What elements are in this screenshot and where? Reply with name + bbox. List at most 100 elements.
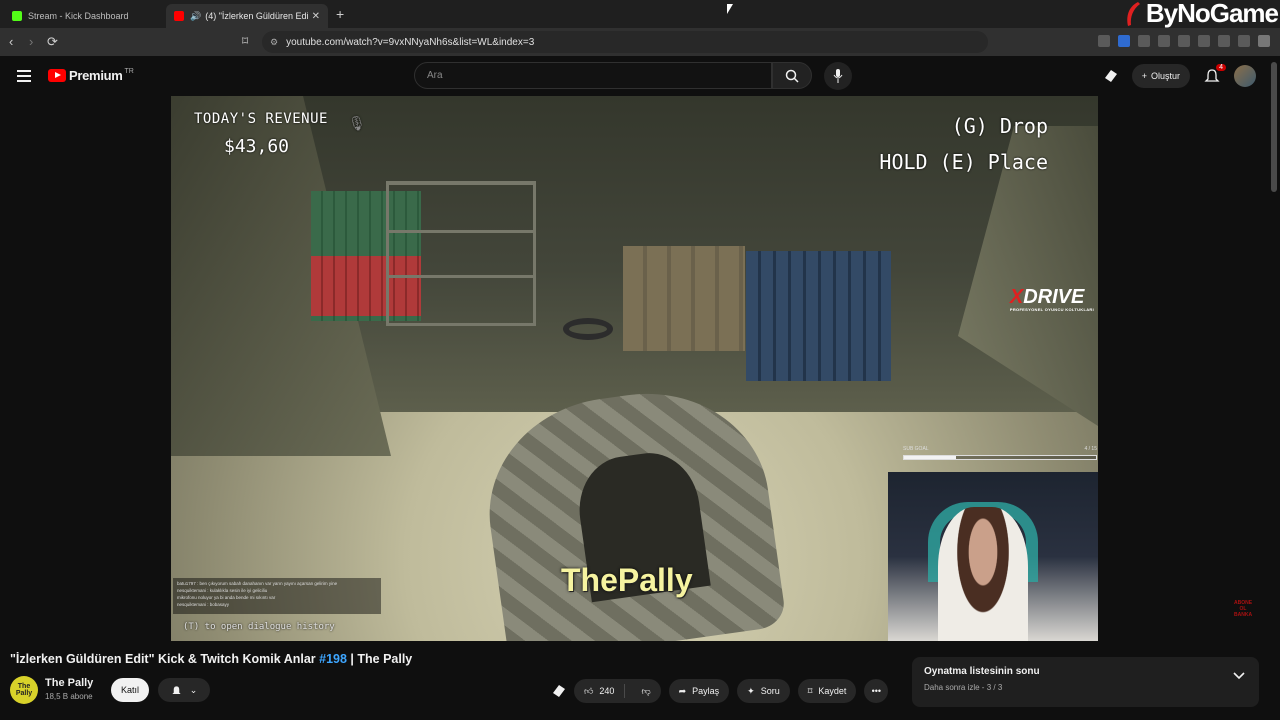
playlist-title: Oynatma listesinin sonu (924, 666, 1040, 677)
header-actions: + Oluştur 4 (1104, 64, 1256, 88)
browser-tab-youtube[interactable]: 🔊 (4) "İzlerken Güldüren Edit" K ✕ (166, 4, 328, 28)
new-tab-icon[interactable]: + (336, 6, 344, 22)
search-placeholder: Ara (427, 70, 443, 81)
thumbs-down-icon[interactable]: 👎︎ (635, 686, 656, 697)
bookmark-icon: ⌑ (807, 685, 813, 696)
tab-title: (4) "İzlerken Güldüren Edit" K (205, 11, 307, 21)
playlist-subtitle: Daha sonra izle - 3 / 3 (924, 683, 1003, 692)
page-scrollbar[interactable] (1271, 62, 1277, 192)
youtube-premium-logo[interactable]: Premium TR (48, 68, 134, 83)
like-count[interactable]: 240 (599, 686, 614, 696)
search-icon (785, 69, 799, 83)
feather-logo-icon (1127, 1, 1140, 26)
channel-name-overlay: ThePally (561, 562, 693, 598)
mic-muted-icon: 🎙 (348, 116, 366, 132)
subscribe-notification-button[interactable]: ⌄ (158, 678, 210, 702)
menu-icon[interactable] (1258, 35, 1270, 47)
reload-icon[interactable]: ⟳ (47, 34, 58, 50)
extension-icon[interactable] (1098, 35, 1110, 47)
bynogame-watermark: ByNoGame (1124, 0, 1279, 29)
chevron-down-icon: ⌄ (189, 684, 198, 695)
share-icon: ➦ (678, 685, 687, 696)
sparkle-icon: ✦ (747, 685, 755, 696)
dialogue-hint: (T) to open dialogue history (183, 622, 335, 632)
more-actions-button[interactable]: ••• (864, 679, 889, 703)
browser-tab-kick[interactable]: Stream - Kick Dashboard (4, 4, 164, 28)
mouse-cursor-icon (727, 4, 733, 14)
streamer-webcam (888, 472, 1098, 641)
thumbs-up-icon[interactable]: 👍︎ (584, 686, 593, 697)
chevron-down-icon[interactable] (1233, 672, 1245, 680)
site-info-icon[interactable]: ⚙ (270, 37, 278, 48)
playlist-panel[interactable]: Oynatma listesinin sonu Daha sonra izle … (912, 657, 1259, 707)
video-title: "İzlerken Güldüren Edit" Kick & Twitch K… (10, 652, 413, 666)
url-text: youtube.com/watch?v=9vxNNyaNh6s&list=WL&… (286, 36, 535, 48)
back-icon[interactable]: ‹ (9, 34, 13, 49)
subscriber-count: 18,5 B abone (45, 692, 93, 701)
bell-icon (172, 685, 181, 694)
extension-icon[interactable] (1118, 35, 1130, 47)
drop-hint: (G) Drop (951, 114, 1048, 138)
save-button[interactable]: ⌑ Kaydet (797, 679, 857, 703)
place-hint: HOLD (E) Place (879, 150, 1048, 174)
more-icon: ••• (871, 686, 882, 696)
search-input[interactable]: Ara (414, 62, 772, 89)
forward-icon[interactable]: › (29, 34, 33, 49)
watermark-text: ByNoGame (1145, 0, 1279, 28)
ask-button[interactable]: ✦ Soru (737, 679, 790, 703)
sub-goal-bar: SUB GOAL 4 / 15 (903, 446, 1097, 464)
ai-icon[interactable] (1218, 35, 1230, 47)
sparkle-icon[interactable] (552, 684, 566, 698)
music-icon[interactable] (1158, 35, 1170, 47)
account-avatar[interactable] (1234, 65, 1256, 87)
audio-playing-icon: 🔊 (190, 10, 202, 21)
blue-crate (746, 251, 891, 381)
wooden-box (623, 246, 745, 351)
notification-badge: 4 (1216, 64, 1226, 71)
chat-line: batu1797 : ben çıkıyorum sabah danahanın… (177, 581, 338, 586)
video-player[interactable]: TODAY'S REVENUE $43,60 🎙 (G) Drop HOLD (… (171, 96, 1098, 641)
youtube-favicon-icon (174, 11, 184, 21)
region-code: TR (124, 68, 134, 75)
voice-search-button[interactable] (824, 62, 852, 90)
metal-shelf (386, 181, 536, 326)
chat-line: nesquiktemani : bobasayy (177, 602, 230, 607)
puzzle-icon[interactable] (1138, 35, 1150, 47)
browser-tab-strip: Stream - Kick Dashboard 🔊 (4) "İzlerken … (0, 0, 1280, 28)
share-button[interactable]: ➦ Paylaş (668, 679, 730, 703)
microphone-icon (833, 69, 843, 83)
revenue-value: $43,60 (224, 136, 290, 157)
url-field[interactable]: ⌑ ⚙ youtube.com/watch?v=9vxNNyaNh6s&list… (242, 31, 988, 53)
chat-line: nesquiktemani : kulaklıkla sesin ile iyi… (177, 588, 268, 593)
abone-ol-badge: ABONE OL BANKA (1234, 600, 1253, 618)
plus-icon: + (1141, 71, 1147, 81)
create-label: Oluştur (1150, 71, 1180, 81)
menu-icon[interactable] (17, 70, 31, 85)
channel-name[interactable]: The Pally (45, 677, 93, 689)
xdrive-sponsor-logo: XDRIVE PROFESYONEL OYUNCU KOLTUKLARI (1009, 286, 1094, 312)
vpn-icon[interactable] (1238, 35, 1250, 47)
sidebar-icon[interactable] (1178, 35, 1190, 47)
stream-chat-overlay: batu1797 : ben çıkıyorum sabah danahanın… (173, 578, 381, 614)
logo-text: Premium (69, 68, 123, 83)
like-dislike-group: 👍︎ 240 👎︎ (574, 679, 661, 703)
channel-avatar[interactable]: The Pally (10, 676, 38, 704)
youtube-header: Premium TR Ara + Oluştur 4 (0, 56, 1280, 96)
join-button[interactable]: Katıl (111, 678, 149, 702)
notifications-button[interactable]: 4 (1204, 64, 1226, 84)
video-actions: 👍︎ 240 👎︎ ➦ Paylaş ✦ Soru ⌑ Kaydet ••• (552, 679, 889, 703)
hashtag-link[interactable]: #198 (319, 652, 347, 666)
wallet-icon[interactable] (1198, 35, 1210, 47)
sub-goal-fill (904, 456, 956, 459)
revenue-label: TODAY'S REVENUE (194, 111, 328, 127)
chat-line: mikrofonu noluyor ya bi anda bende mi sı… (177, 595, 276, 600)
search-button[interactable] (772, 62, 812, 89)
address-bar-row: ‹ › ⟳ ⌑ ⚙ youtube.com/watch?v=9vxNNyaNh6… (0, 28, 1280, 56)
extensions-row (1098, 35, 1270, 47)
tab-title: Stream - Kick Dashboard (28, 11, 129, 21)
close-tab-icon[interactable]: ✕ (312, 11, 320, 22)
create-button[interactable]: + Oluştur (1131, 64, 1190, 88)
shorts-icon[interactable] (1104, 69, 1118, 83)
kick-favicon-icon (12, 11, 22, 21)
bookmark-icon[interactable]: ⌑ (242, 34, 248, 48)
